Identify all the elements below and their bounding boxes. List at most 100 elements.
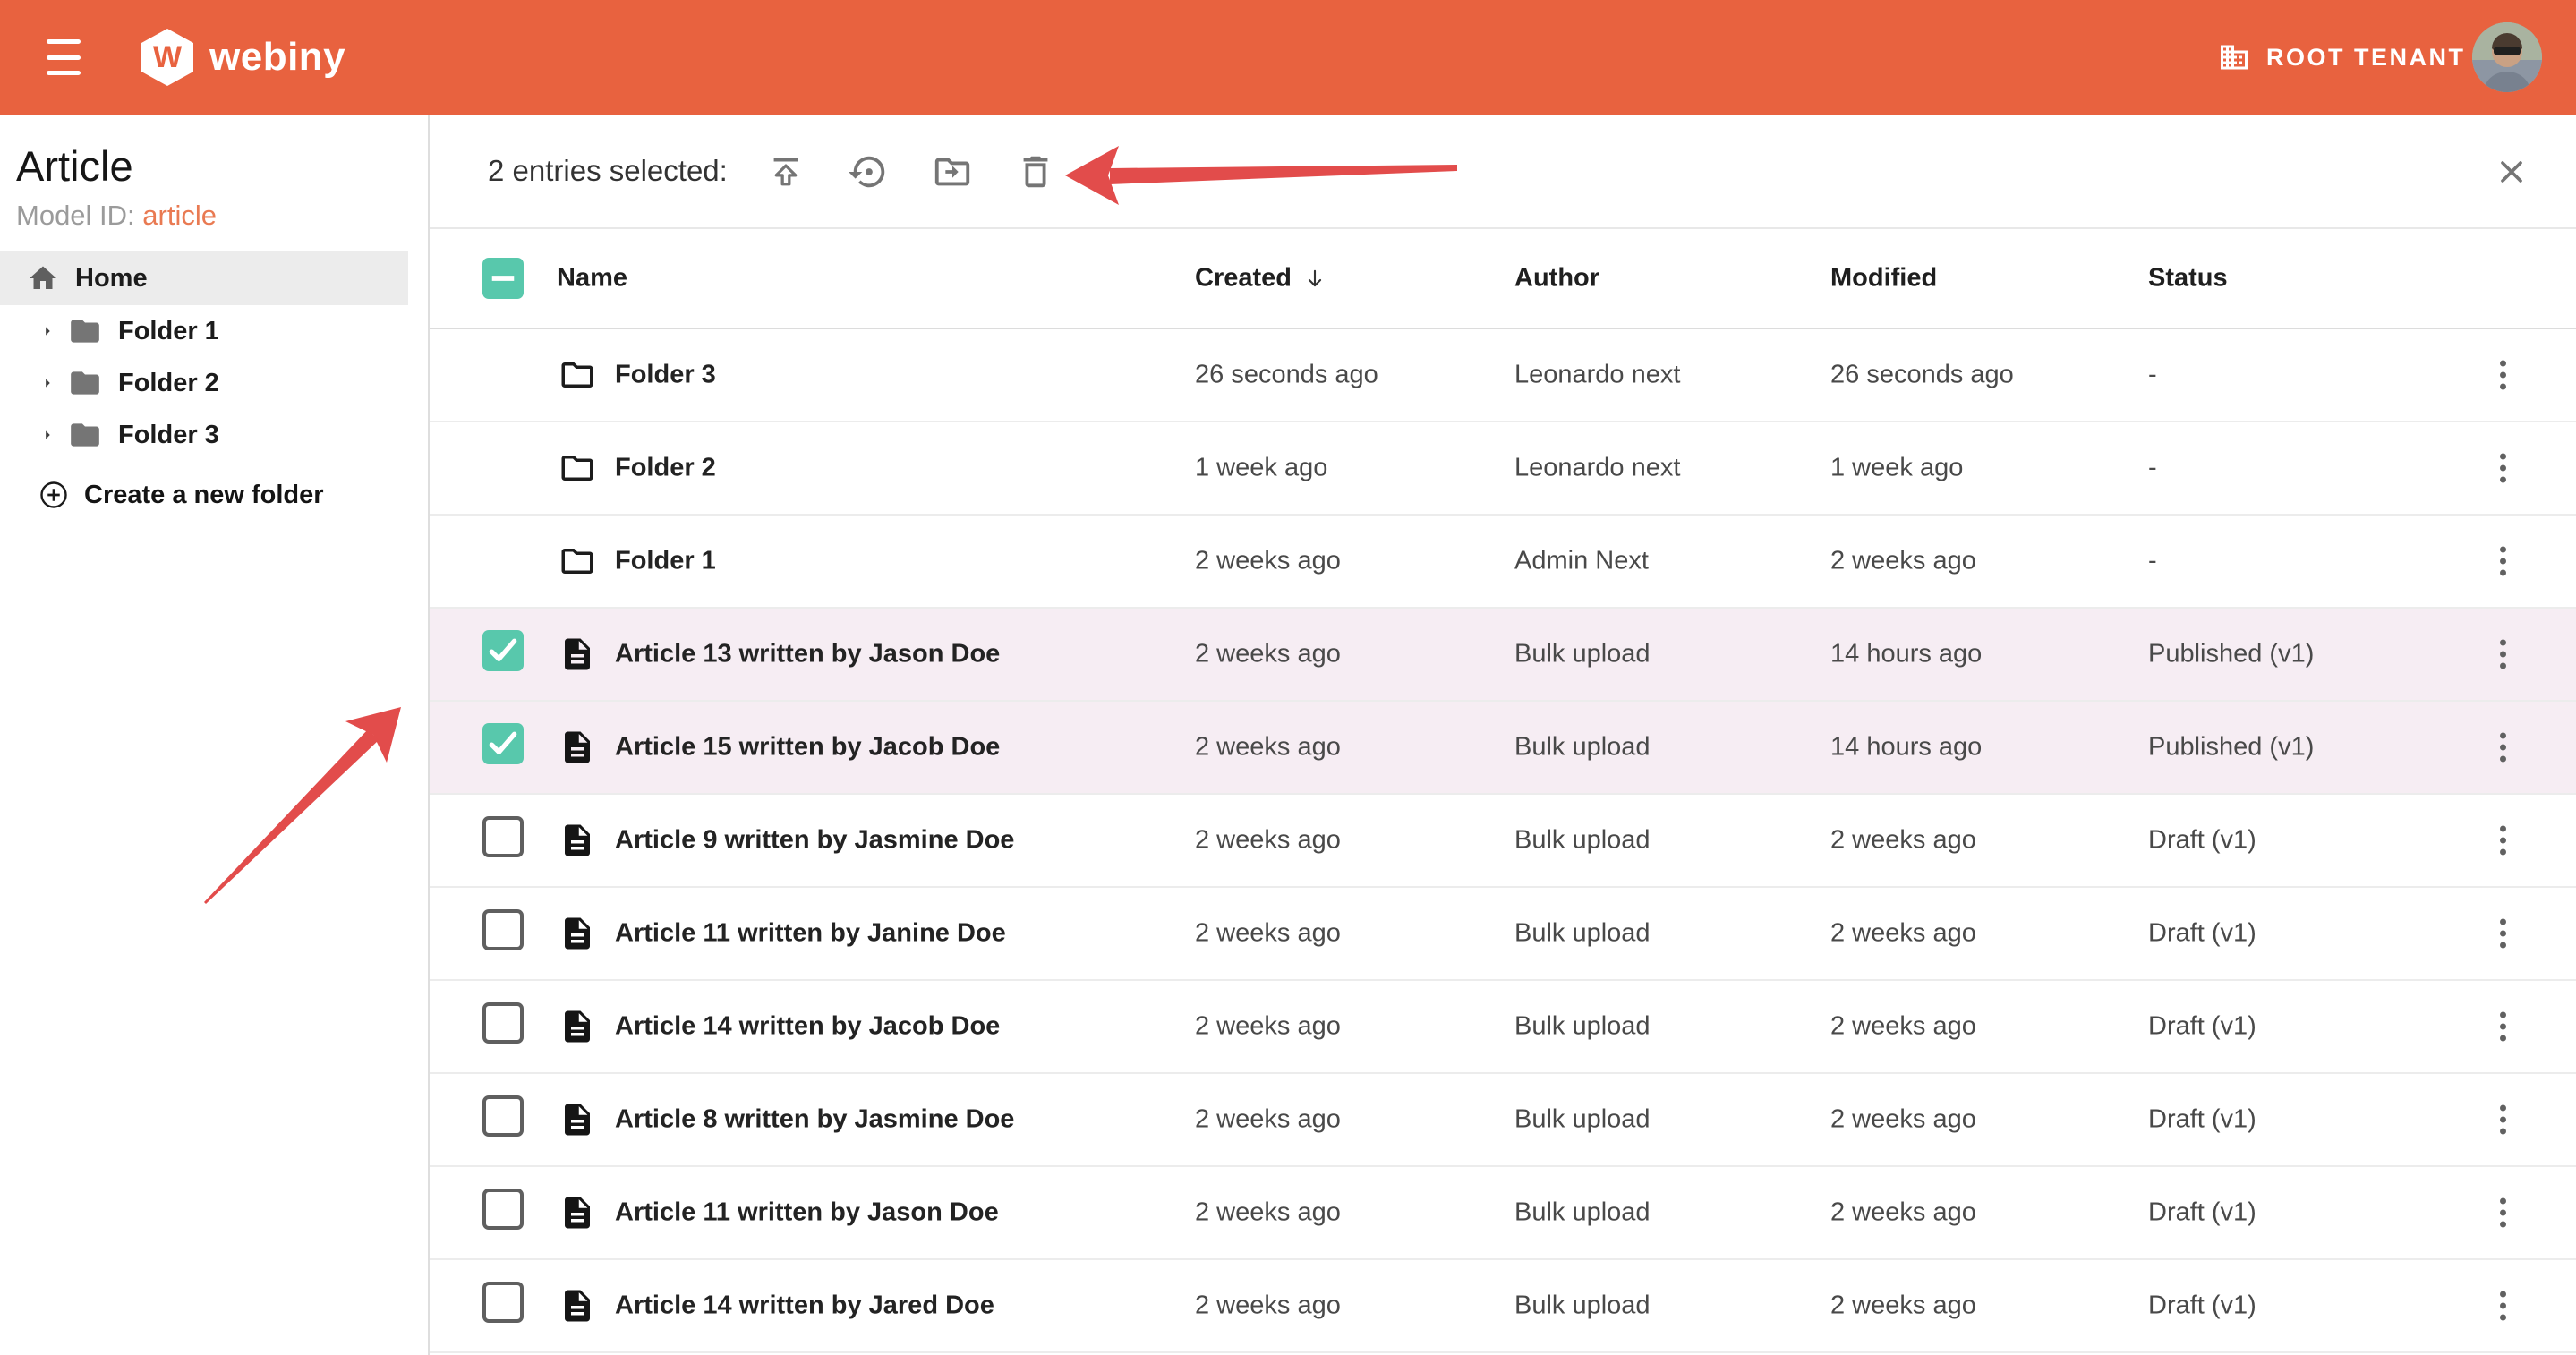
tenant-selector[interactable]: ROOT TENANT (2218, 0, 2466, 115)
column-header-status[interactable]: Status (2148, 264, 2228, 294)
row-created: 2 weeks ago (1195, 1105, 1341, 1135)
folder-icon (559, 449, 596, 487)
row-checkbox-cell (482, 630, 524, 678)
table-row[interactable]: Article 15 written by Jacob Doe2 weeks a… (430, 702, 2576, 795)
tenant-label: ROOT TENANT (2266, 44, 2466, 72)
sort-desc-icon (1302, 266, 1327, 291)
close-icon[interactable] (2494, 154, 2529, 190)
trash-icon[interactable] (1015, 151, 1056, 192)
article-icon (559, 1194, 596, 1231)
sidebar-item-label: Home (75, 264, 148, 294)
user-avatar[interactable] (2472, 22, 2542, 92)
row-checkbox[interactable] (482, 1189, 524, 1230)
row-name[interactable]: Article 11 written by Janine Doe (615, 919, 1006, 949)
row-name[interactable]: Article 8 written by Jasmine Doe (615, 1105, 1014, 1135)
table-row[interactable]: Folder 21 week agoLeonardo next1 week ag… (430, 422, 2576, 516)
column-header-modified[interactable]: Modified (1830, 264, 1937, 294)
row-name[interactable]: Article 15 written by Jacob Doe (615, 733, 1000, 763)
kebab-menu-icon[interactable] (2492, 634, 2513, 676)
row-checkbox[interactable] (482, 630, 524, 671)
row-checkbox[interactable] (482, 909, 524, 950)
kebab-menu-icon[interactable] (2492, 1192, 2513, 1234)
row-name[interactable]: Folder 1 (615, 547, 716, 576)
kebab-menu-icon[interactable] (2492, 913, 2513, 955)
table-row[interactable]: Article 11 written by Janine Doe 2 weeks … (430, 888, 2576, 981)
table-row[interactable]: Article 8 written by Jasmine Doe 2 weeks … (430, 1074, 2576, 1167)
table-row[interactable]: Article 14 written by Jacob Doe 2 weeks a… (430, 981, 2576, 1074)
selected-count-text: 2 entries selected: (488, 154, 728, 188)
table-row[interactable]: Article 11 written by Jason Doe 2 weeks a… (430, 1167, 2576, 1260)
sidebar-item-folder-1[interactable]: Folder 1 (0, 305, 408, 357)
table-row[interactable]: Article 13 written by Jason Doe2 weeks a… (430, 609, 2576, 702)
webiny-logo-hexagon: W (141, 29, 193, 86)
table-row[interactable]: Article 14 written by Jared Doe2 weeks a… (430, 1260, 2576, 1353)
kebab-menu-icon[interactable] (2492, 727, 2513, 769)
row-name[interactable]: Article 9 written by Jasmine Doe (615, 826, 1014, 856)
row-created: 2 weeks ago (1195, 826, 1341, 856)
building-icon (2218, 41, 2250, 73)
row-checkbox-cell (482, 1282, 524, 1330)
table-row[interactable]: Folder 326 seconds agoLeonardo next26 se… (430, 329, 2576, 422)
article-icon (559, 822, 596, 859)
row-name[interactable]: Article 14 written by Jacob Doe (615, 1012, 1000, 1042)
publish-icon[interactable] (765, 151, 806, 192)
table-header: Name Created Author Modified Status (430, 229, 2576, 329)
row-checkbox-cell (482, 909, 524, 958)
row-status: Draft (v1) (2148, 919, 2256, 949)
row-created: 2 weeks ago (1195, 1012, 1341, 1042)
kebab-menu-icon[interactable] (2492, 1006, 2513, 1048)
table-row[interactable]: Article 9 written by Jasmine Doe 2 weeks … (430, 795, 2576, 888)
column-header-created[interactable]: Created (1195, 264, 1327, 294)
row-checkbox-cell (482, 1095, 524, 1144)
row-checkbox[interactable] (482, 1002, 524, 1044)
row-checkbox[interactable] (482, 723, 524, 764)
row-modified: 2 weeks ago (1830, 1198, 1976, 1228)
kebab-menu-icon[interactable] (2492, 541, 2513, 583)
bulk-actions-toolbar: 2 entries selected: (430, 115, 2576, 229)
row-author: Leonardo next (1514, 454, 1680, 483)
column-header-author[interactable]: Author (1514, 264, 1599, 294)
chevron-right-icon[interactable] (38, 425, 57, 445)
row-created: 1 week ago (1195, 454, 1327, 483)
webiny-wordmark: webiny (209, 35, 345, 80)
sidebar: Article Model ID: article Home Folder 1 … (0, 115, 430, 1355)
row-modified: 2 weeks ago (1830, 919, 1976, 949)
article-icon (559, 1008, 596, 1045)
restore-icon[interactable] (849, 151, 890, 192)
row-name[interactable]: Article 11 written by Jason Doe (615, 1198, 999, 1228)
row-name[interactable]: Folder 3 (615, 361, 716, 390)
kebab-menu-icon[interactable] (2492, 447, 2513, 490)
article-icon (559, 1101, 596, 1138)
sidebar-item-folder-2[interactable]: Folder 2 (0, 357, 408, 409)
kebab-menu-icon[interactable] (2492, 820, 2513, 862)
row-name[interactable]: Article 13 written by Jason Doe (615, 640, 1000, 669)
chevron-right-icon[interactable] (38, 373, 57, 393)
select-all-checkbox[interactable] (482, 258, 524, 299)
hamburger-menu-icon[interactable] (47, 39, 81, 75)
create-folder-button[interactable]: Create a new folder (0, 461, 408, 529)
kebab-menu-icon[interactable] (2492, 1099, 2513, 1141)
kebab-menu-icon[interactable] (2492, 1285, 2513, 1327)
row-checkbox[interactable] (482, 1282, 524, 1323)
row-modified: 2 weeks ago (1830, 1012, 1976, 1042)
sidebar-item-home[interactable]: Home (0, 251, 408, 305)
kebab-menu-icon[interactable] (2492, 354, 2513, 396)
table-row[interactable]: Folder 12 weeks agoAdmin Next2 weeks ago… (430, 516, 2576, 609)
article-icon (559, 635, 596, 673)
sidebar-item-label: Folder 3 (118, 421, 219, 450)
column-header-name[interactable]: Name (557, 264, 627, 294)
chevron-right-icon[interactable] (38, 321, 57, 341)
row-checkbox[interactable] (482, 816, 524, 857)
row-checkbox[interactable] (482, 1095, 524, 1137)
row-name[interactable]: Folder 2 (615, 454, 716, 483)
content-area: 2 entries selected: Name Creat (430, 115, 2576, 1355)
row-modified: 2 weeks ago (1830, 826, 1976, 856)
row-name[interactable]: Article 14 written by Jared Doe (615, 1291, 994, 1321)
sidebar-item-folder-3[interactable]: Folder 3 (0, 409, 408, 461)
webiny-logo: W webiny (141, 29, 345, 86)
row-status: Draft (v1) (2148, 1198, 2256, 1228)
move-to-folder-icon[interactable] (932, 151, 973, 192)
row-checkbox-cell (482, 723, 524, 771)
row-status: Draft (v1) (2148, 1012, 2256, 1042)
row-checkbox-cell (482, 1189, 524, 1237)
